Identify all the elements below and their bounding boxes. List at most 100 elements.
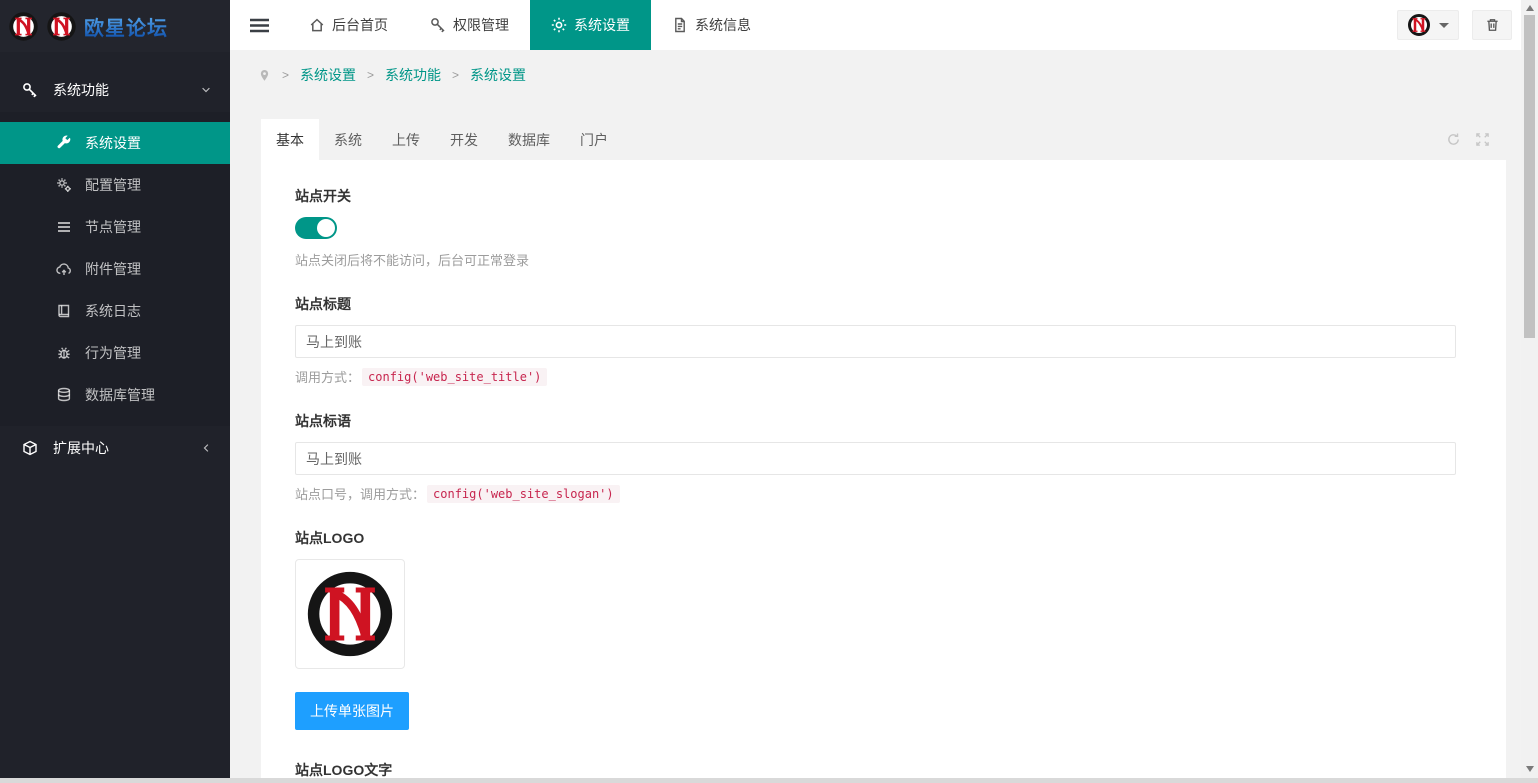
field-label-site-logo: 站点LOGO [295, 528, 1456, 548]
top-nav-label: 权限管理 [453, 15, 509, 35]
sidebar-item-label: 节点管理 [85, 217, 141, 237]
location-pin-icon [258, 68, 271, 83]
sidebar-group-system: 系统功能 系统设置 配置管理 [0, 68, 230, 426]
sidebar-item-config[interactable]: 配置管理 [0, 164, 230, 206]
field-label-site-switch: 站点开关 [295, 186, 1456, 206]
triangle-up-icon [1526, 5, 1534, 11]
sidebar-group-label: 扩展中心 [53, 438, 200, 458]
breadcrumb-link[interactable]: 系统设置 [470, 65, 526, 85]
tab-database[interactable]: 数据库 [493, 119, 565, 160]
sidebar-submenu: 系统设置 配置管理 节点管理 [0, 112, 230, 426]
site-logo-preview[interactable] [295, 559, 405, 669]
tab-develop[interactable]: 开发 [435, 119, 493, 160]
top-nav: 后台首页 权限管理 系统设置 系统信息 [288, 0, 772, 50]
breadcrumb-link[interactable]: 系统设置 [300, 65, 356, 85]
top-nav-settings[interactable]: 系统设置 [530, 0, 651, 50]
toggle-knob [317, 219, 335, 237]
settings-tabbar: 基本 系统 上传 开发 数据库 门户 [261, 119, 1506, 160]
cloud-upload-icon [56, 261, 72, 277]
breadcrumb-separator: > [452, 68, 459, 82]
horizontal-scrollbar[interactable] [0, 778, 1538, 783]
sidebar-item-label: 系统设置 [85, 133, 141, 153]
top-nav-label: 系统设置 [574, 15, 630, 35]
tab-portal[interactable]: 门户 [565, 119, 623, 160]
sidebar-group-label: 系统功能 [53, 80, 200, 100]
top-nav-home[interactable]: 后台首页 [288, 0, 409, 50]
panel-tools [1446, 119, 1490, 160]
sidebar: 欧星论坛 系统功能 系统设置 [0, 0, 230, 783]
field-help-site-title: 调用方式：config('web_site_title') [295, 367, 1456, 386]
cogs-icon [56, 177, 72, 193]
brand-logo-icon [8, 11, 39, 42]
clear-cache-button[interactable] [1472, 10, 1512, 40]
sidebar-item-label: 配置管理 [85, 175, 141, 195]
breadcrumb-separator: > [367, 68, 374, 82]
tab-basic[interactable]: 基本 [261, 119, 319, 160]
site-title-input[interactable] [295, 325, 1456, 358]
upload-image-button[interactable]: 上传单张图片 [295, 692, 409, 730]
tab-system[interactable]: 系统 [319, 119, 377, 160]
field-help-site-slogan: 站点口号，调用方式：config('web_site_slogan') [295, 484, 1456, 503]
cube-icon [22, 440, 38, 456]
site-logo-image [304, 568, 396, 660]
menu-icon [250, 18, 269, 33]
sidebar-item-nodes[interactable]: 节点管理 [0, 206, 230, 248]
chevron-down-icon [200, 84, 212, 96]
tab-upload[interactable]: 上传 [377, 119, 435, 160]
user-menu-button[interactable] [1397, 10, 1459, 40]
key-icon [430, 17, 446, 33]
book-icon [56, 303, 72, 319]
sidebar-item-logs[interactable]: 系统日志 [0, 290, 230, 332]
topbar: 后台首页 权限管理 系统设置 系统信息 [230, 0, 1538, 50]
config-code: config('web_site_title') [362, 368, 547, 386]
menu-toggle-button[interactable] [230, 0, 288, 50]
bug-icon [56, 345, 72, 361]
brand-logo-icon [46, 11, 77, 42]
sidebar-group-system-header[interactable]: 系统功能 [0, 68, 230, 112]
breadcrumb-separator: > [282, 68, 289, 82]
topbar-actions [1397, 10, 1512, 40]
sidebar-item-database[interactable]: 数据库管理 [0, 374, 230, 416]
fullscreen-icon[interactable] [1475, 132, 1490, 147]
config-code: config('web_site_slogan') [427, 485, 620, 503]
database-icon [56, 387, 72, 403]
list-icon [56, 219, 72, 235]
vertical-scrollbar-thumb[interactable] [1524, 15, 1535, 338]
scroll-down-button[interactable] [1521, 762, 1538, 776]
top-nav-label: 后台首页 [332, 15, 388, 35]
main-content: > 系统设置 > 系统功能 > 系统设置 基本 系统 上传 开发 数据库 门户 [230, 50, 1521, 783]
brand-title: 欧星论坛 [84, 12, 168, 41]
settings-form: 站点开关 站点关闭后将不能访问，后台可正常登录 站点标题 调用方式：config… [261, 160, 1506, 783]
file-icon [672, 17, 688, 33]
gear-icon [551, 17, 567, 33]
field-label-site-slogan: 站点标语 [295, 411, 1456, 431]
refresh-icon[interactable] [1446, 132, 1461, 147]
scroll-up-button[interactable] [1521, 1, 1538, 15]
settings-card: 基本 系统 上传 开发 数据库 门户 站点开关 [261, 119, 1506, 783]
top-nav-label: 系统信息 [695, 15, 751, 35]
field-label-site-logo-text: 站点LOGO文字 [295, 760, 1456, 780]
sidebar-group-extensions-header[interactable]: 扩展中心 [0, 426, 230, 470]
avatar [1407, 13, 1431, 37]
sidebar-item-behavior[interactable]: 行为管理 [0, 332, 230, 374]
chevron-left-icon [200, 442, 212, 454]
wrench-icon [56, 135, 72, 151]
vertical-scrollbar[interactable] [1521, 0, 1538, 783]
sidebar-item-label: 系统日志 [85, 301, 141, 321]
field-label-site-title: 站点标题 [295, 294, 1456, 314]
triangle-down-icon [1526, 766, 1534, 772]
sidebar-group-extensions: 扩展中心 [0, 426, 230, 470]
sidebar-item-attachments[interactable]: 附件管理 [0, 248, 230, 290]
top-nav-info[interactable]: 系统信息 [651, 0, 772, 50]
sidebar-item-system-settings[interactable]: 系统设置 [0, 122, 230, 164]
caret-down-icon [1439, 23, 1449, 28]
field-help-site-switch: 站点关闭后将不能访问，后台可正常登录 [295, 250, 1456, 269]
site-slogan-input[interactable] [295, 442, 1456, 475]
sidebar-item-label: 行为管理 [85, 343, 141, 363]
site-switch-toggle[interactable] [295, 217, 337, 239]
sidebar-item-label: 数据库管理 [85, 385, 155, 405]
breadcrumb-link[interactable]: 系统功能 [385, 65, 441, 85]
top-nav-permissions[interactable]: 权限管理 [409, 0, 530, 50]
home-icon [309, 17, 325, 33]
brand[interactable]: 欧星论坛 [0, 0, 230, 52]
